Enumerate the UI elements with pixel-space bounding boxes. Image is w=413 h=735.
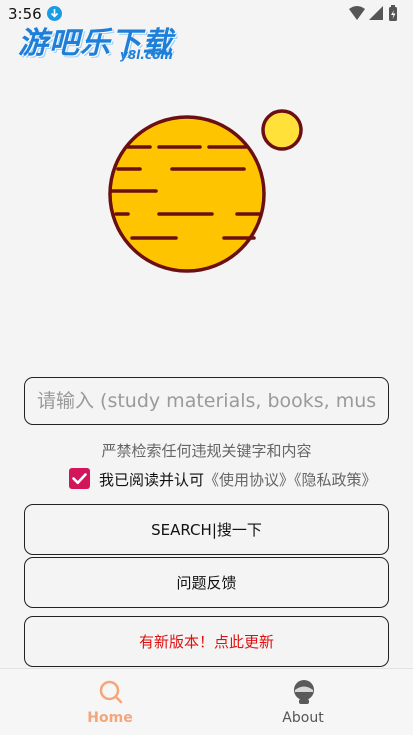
agreement-label: 我已阅读并认可《使用协议》《隐私政策》 [99, 469, 377, 490]
battery-icon [389, 5, 397, 21]
status-icons [349, 5, 397, 21]
bottom-nav: Home About [0, 668, 413, 735]
checkmark-icon [72, 473, 87, 485]
logo-domain: y8l.com [120, 48, 173, 62]
wifi-icon [349, 6, 365, 20]
nav-about[interactable]: About [243, 669, 363, 735]
agreement-links[interactable]: 《使用协议》《隐私政策》 [204, 471, 377, 489]
agreement-checkbox[interactable] [69, 468, 90, 489]
nav-about-label: About [282, 710, 324, 726]
nav-home-label: Home [87, 710, 133, 726]
search-button[interactable]: SEARCH|搜一下 [24, 504, 389, 555]
warning-text: 严禁检索任何违规关键字和内容 [101, 442, 312, 460]
update-button[interactable]: 有新版本！点此更新 [24, 616, 389, 667]
app-logo: 游吧乐下载 y8l.com [18, 18, 188, 66]
signal-icon [369, 6, 383, 20]
nav-home[interactable]: Home [50, 669, 170, 735]
planet-illustration [108, 109, 303, 273]
search-box[interactable] [24, 377, 389, 425]
feedback-button[interactable]: 问题反馈 [24, 557, 389, 608]
search-input[interactable] [25, 378, 388, 424]
agreement-text: 我已阅读并认可 [99, 471, 205, 489]
search-icon [99, 680, 123, 704]
profile-icon [294, 680, 314, 704]
